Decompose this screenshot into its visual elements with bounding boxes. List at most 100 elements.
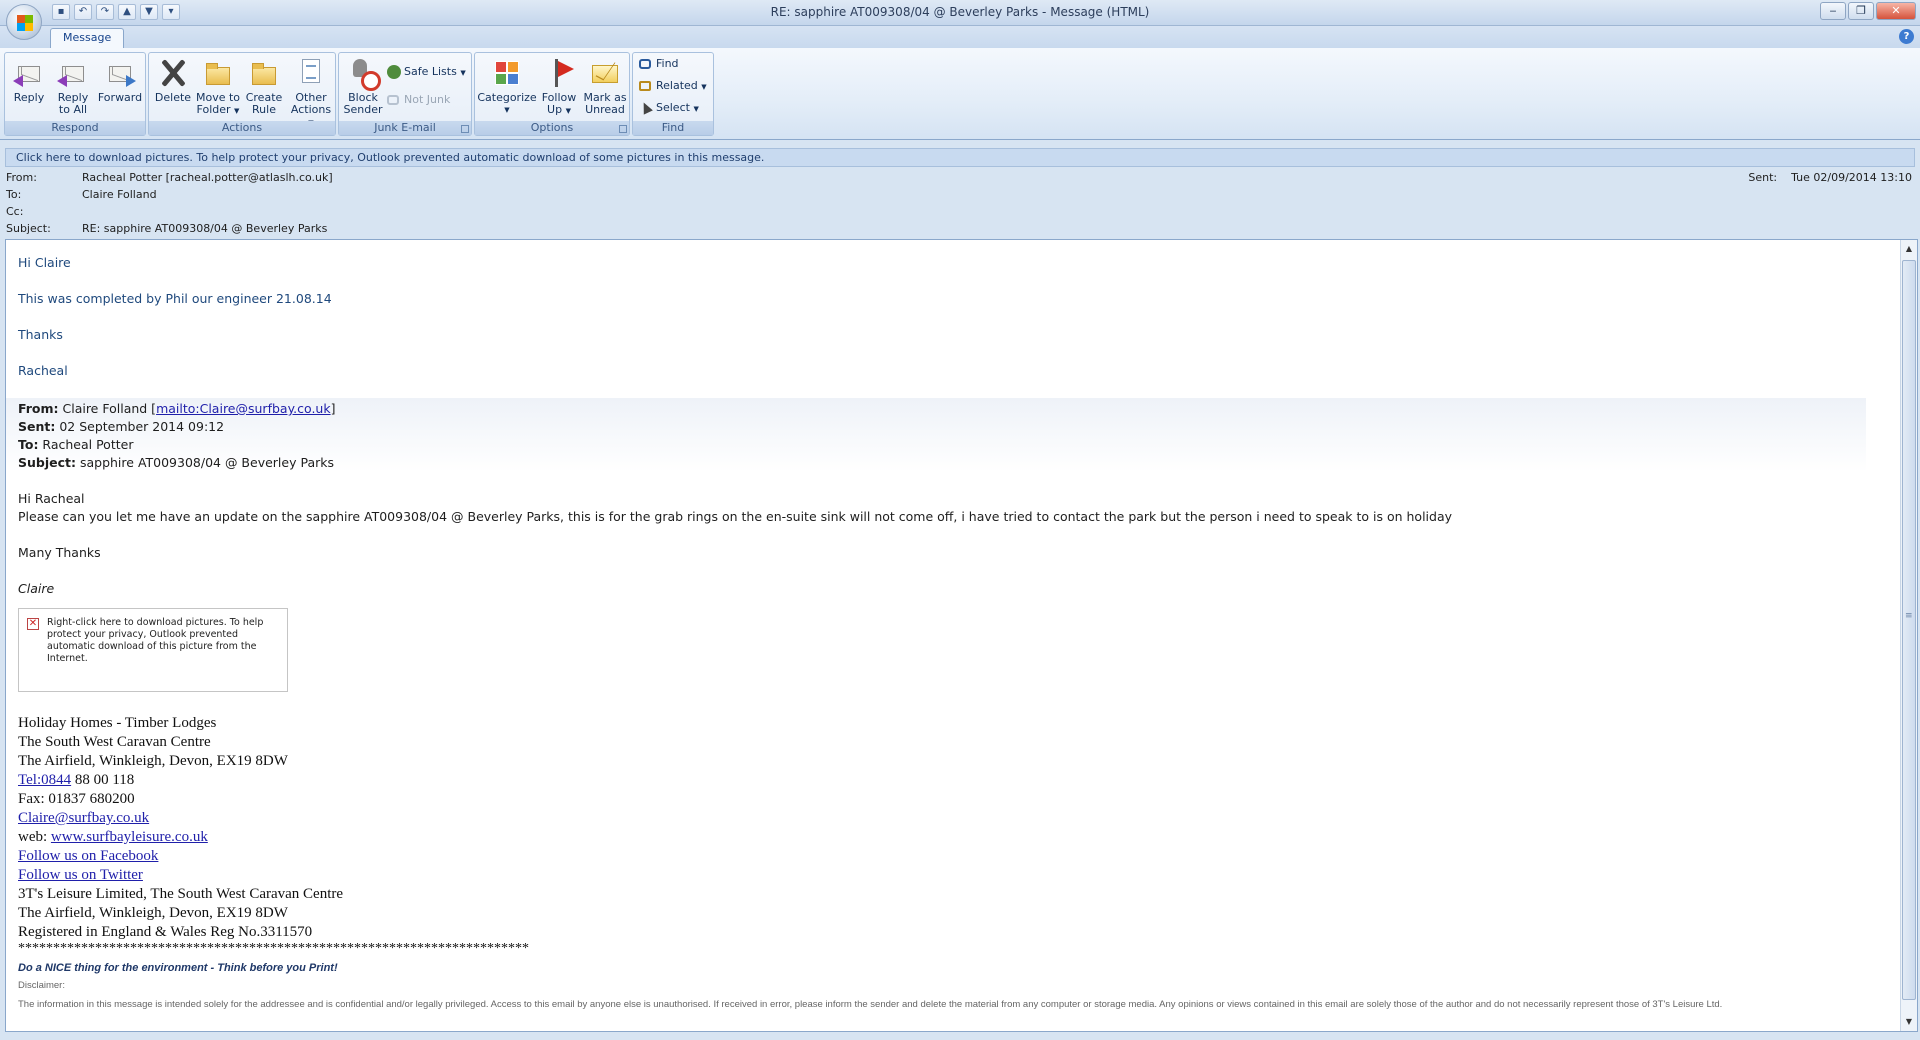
find-button[interactable]: Find bbox=[639, 55, 679, 73]
chevron-down-icon: ▼ bbox=[693, 105, 699, 113]
blocked-image-text: Right-click here to download pictures. T… bbox=[47, 617, 264, 664]
sig-fax: Fax: 01837 680200 bbox=[18, 791, 135, 807]
folder-icon bbox=[202, 57, 234, 89]
disclaimer-label: Disclaimer: bbox=[18, 980, 65, 991]
quoted-many-thanks: Many Thanks bbox=[18, 545, 101, 560]
minimize-button[interactable]: ‒ bbox=[1820, 2, 1846, 20]
tab-message[interactable]: Message bbox=[50, 28, 125, 48]
related-button[interactable]: Related ▼ bbox=[639, 77, 707, 95]
from-value[interactable]: Racheal Potter [racheal.potter@atlaslh.c… bbox=[82, 171, 333, 184]
create-label-line2: Rule bbox=[252, 103, 276, 116]
block-sender-button[interactable]: Block Sender bbox=[343, 55, 383, 116]
group-label-actions: Actions bbox=[149, 121, 335, 135]
sig-facebook-link[interactable]: Follow us on Facebook bbox=[18, 848, 158, 864]
maximize-button[interactable]: ❐ bbox=[1848, 2, 1874, 20]
categorize-button[interactable]: Categorize ▼ bbox=[477, 55, 537, 116]
help-icon[interactable]: ? bbox=[1899, 29, 1914, 44]
close-button[interactable]: ✕ bbox=[1876, 2, 1916, 20]
related-label: Related bbox=[656, 79, 698, 92]
to-label: To: bbox=[6, 188, 22, 201]
reply-all-button[interactable]: Reply to All bbox=[51, 55, 95, 116]
unread-envelope-icon bbox=[589, 57, 621, 89]
group-actions: Delete Move to Folder ▼ Create Rule Othe… bbox=[148, 52, 336, 136]
sig-company: 3T's Leisure Limited, The South West Car… bbox=[18, 886, 344, 902]
quoted-text: Please can you let me have an update on … bbox=[18, 509, 1453, 524]
download-pictures-infobar[interactable]: Click here to download pictures. To help… bbox=[5, 148, 1915, 167]
chevron-down-icon: ▼ bbox=[701, 83, 707, 91]
follow-up-button[interactable]: Follow Up ▼ bbox=[537, 55, 581, 117]
header-subject: Subject: RE: sapphire AT009308/04 @ Bever… bbox=[6, 222, 327, 235]
delete-button[interactable]: Delete bbox=[153, 55, 193, 104]
not-junk-button[interactable]: Not Junk bbox=[387, 91, 450, 109]
reply-all-label-line2: to All bbox=[58, 103, 88, 116]
categorize-label: Categorize bbox=[477, 91, 537, 104]
subject-label: Subject: bbox=[6, 222, 51, 235]
follow-label-line2: Up bbox=[547, 103, 563, 116]
scroll-up-icon[interactable]: ▲ bbox=[1902, 242, 1916, 256]
dialog-launcher-icon[interactable] bbox=[619, 125, 627, 133]
move-label-line2: Folder bbox=[196, 103, 231, 116]
safe-lists-icon bbox=[387, 65, 401, 79]
quoted-greeting: Hi Racheal bbox=[18, 491, 85, 506]
vertical-scrollbar[interactable]: ▲ ▼ bbox=[1900, 240, 1917, 1031]
chevron-down-icon: ▼ bbox=[460, 69, 466, 77]
to-value[interactable]: Claire Folland bbox=[82, 188, 157, 201]
sig-address: The Airfield, Winkleigh, Devon, EX19 8DW bbox=[18, 905, 288, 921]
quoted-from-mailto-link[interactable]: mailto:Claire@surfbay.co.uk bbox=[156, 401, 331, 416]
group-junk-email: Block Sender Safe Lists ▼ Not Junk Junk … bbox=[338, 52, 472, 136]
group-label-find: Find bbox=[633, 121, 713, 135]
quoted-name: Claire bbox=[18, 581, 55, 596]
from-label: From: bbox=[6, 171, 37, 184]
reply-all-arrow-icon bbox=[57, 75, 67, 87]
flag-icon bbox=[543, 57, 575, 89]
sig-email-link[interactable]: Claire@surfbay.co.uk bbox=[18, 810, 149, 826]
forward-button[interactable]: Forward bbox=[97, 55, 143, 104]
not-junk-label: Not Junk bbox=[404, 93, 451, 106]
select-button[interactable]: Select ▼ bbox=[639, 99, 699, 117]
scroll-thumb[interactable] bbox=[1902, 260, 1916, 1000]
quoted-subject-label: Subject: bbox=[18, 455, 76, 470]
quoted-subject-value: sapphire AT009308/04 @ Beverley Parks bbox=[76, 455, 334, 470]
move-to-folder-button[interactable]: Move to Folder ▼ bbox=[195, 55, 241, 117]
sig-web-link[interactable]: www.surfbayleisure.co.uk bbox=[51, 829, 208, 845]
reply-button[interactable]: Reply bbox=[9, 55, 49, 104]
broken-image-icon: ✕ bbox=[27, 618, 39, 630]
header-sent: Sent: Tue 02/09/2014 13:10 bbox=[1748, 171, 1912, 184]
sent-value: Tue 02/09/2014 13:10 bbox=[1791, 171, 1912, 184]
signature: Holiday Homes - Timber Lodges The South … bbox=[18, 714, 1878, 942]
quoted-header: From: Claire Folland [mailto:Claire@surf… bbox=[6, 398, 1866, 472]
chevron-down-icon: ▼ bbox=[504, 106, 510, 114]
group-label-junk: Junk E-mail bbox=[339, 121, 471, 135]
window-title: RE: sapphire AT009308/04 @ Beverley Park… bbox=[770, 5, 1150, 19]
forward-arrow-icon bbox=[126, 75, 136, 87]
sig-tel-link[interactable]: Tel:0844 bbox=[18, 772, 71, 788]
quoted-to-label: To: bbox=[18, 437, 39, 452]
message-body-pane[interactable]: Hi Claire This was completed by Phil our… bbox=[5, 239, 1918, 1032]
quoted-sent-value: 02 September 2014 09:12 bbox=[55, 419, 225, 434]
header-to: To: Claire Folland bbox=[6, 188, 157, 201]
sig-web-label: web: bbox=[18, 829, 51, 845]
reply-signoff: Racheal bbox=[18, 363, 68, 378]
sig-twitter-link[interactable]: Follow us on Twitter bbox=[18, 867, 143, 883]
blocked-image-placeholder[interactable]: ✕ Right-click here to download pictures.… bbox=[18, 608, 288, 692]
cursor-icon bbox=[639, 100, 653, 115]
reply-label: Reply bbox=[13, 91, 45, 104]
sig-environment-note: Do a NICE thing for the environment - Th… bbox=[18, 962, 338, 974]
other-actions-button[interactable]: Other Actions ▼ bbox=[287, 55, 335, 129]
quoted-from-close: ] bbox=[330, 401, 336, 416]
mark-as-unread-button[interactable]: Mark as Unread bbox=[581, 55, 629, 116]
message-content: Hi Claire This was completed by Phil our… bbox=[6, 254, 1878, 1011]
create-rule-button[interactable]: Create Rule bbox=[243, 55, 285, 116]
safe-lists-button[interactable]: Safe Lists ▼ bbox=[387, 63, 466, 81]
office-button[interactable] bbox=[6, 4, 42, 40]
binoculars-icon bbox=[639, 57, 653, 71]
disclaimer-text: The information in this message is inten… bbox=[18, 999, 1723, 1010]
delete-label: Delete bbox=[154, 91, 192, 104]
junk-label-text: Junk E-mail bbox=[374, 121, 436, 134]
sig-line3: The Airfield, Winkleigh, Devon, EX19 8DW bbox=[18, 753, 288, 769]
ribbon: Reply Reply to All Forward Respond Delet… bbox=[0, 48, 1920, 140]
chevron-down-icon: ▼ bbox=[234, 107, 240, 115]
scroll-down-icon[interactable]: ▼ bbox=[1902, 1015, 1916, 1029]
office-logo-icon bbox=[17, 15, 33, 31]
dialog-launcher-icon[interactable] bbox=[461, 125, 469, 133]
